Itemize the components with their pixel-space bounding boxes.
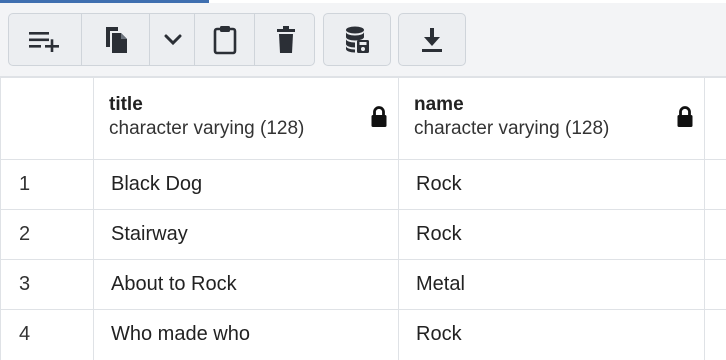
copy-options-dropdown[interactable]	[149, 14, 195, 65]
column-type: character varying (128)	[414, 117, 704, 141]
lock-icon	[676, 105, 694, 129]
column-header-name[interactable]: name character varying (128)	[399, 78, 705, 160]
empty-cell	[705, 260, 726, 310]
empty-cell	[705, 210, 726, 260]
header-row: title character varying (128) name chara…	[1, 78, 726, 160]
column-header-title[interactable]: title character varying (128)	[94, 78, 399, 160]
table-row: 2 Stairway Rock	[1, 210, 726, 260]
cell-name[interactable]: Rock	[399, 160, 705, 210]
add-row-button[interactable]	[9, 14, 81, 65]
trash-icon	[276, 26, 296, 54]
paste-button[interactable]	[194, 14, 255, 65]
empty-cell	[705, 310, 726, 360]
save-data-button[interactable]	[324, 14, 390, 65]
cell-name[interactable]: Rock	[399, 210, 705, 260]
row-number[interactable]: 2	[1, 210, 94, 260]
table-row: 1 Black Dog Rock	[1, 160, 726, 210]
column-name: name	[414, 93, 704, 117]
table-row: 4 Who made who Rock	[1, 310, 726, 360]
row-number[interactable]: 1	[1, 160, 94, 210]
cell-title[interactable]: Who made who	[94, 310, 399, 360]
copy-button[interactable]	[81, 14, 150, 65]
row-number-header	[1, 78, 94, 160]
cell-name[interactable]: Rock	[399, 310, 705, 360]
save-button-group	[323, 13, 391, 66]
empty-cell	[705, 160, 726, 210]
copy-icon	[103, 25, 129, 55]
cell-title[interactable]: Black Dog	[94, 160, 399, 210]
download-button-group	[398, 13, 466, 66]
clipboard-icon	[213, 25, 237, 55]
row-number[interactable]: 4	[1, 310, 94, 360]
cell-name[interactable]: Metal	[399, 260, 705, 310]
row-number[interactable]: 3	[1, 260, 94, 310]
query-results-grid: title character varying (128) name chara…	[0, 77, 726, 360]
download-icon	[421, 27, 443, 53]
cell-title[interactable]: About to Rock	[94, 260, 399, 310]
table-row: 3 About to Rock Metal	[1, 260, 726, 310]
chevron-down-icon	[164, 34, 182, 46]
empty-header-space	[705, 78, 726, 160]
edit-button-group	[8, 13, 315, 66]
column-name: title	[109, 93, 398, 117]
delete-button[interactable]	[254, 14, 315, 65]
cell-title[interactable]: Stairway	[94, 210, 399, 260]
lock-icon	[370, 105, 388, 129]
download-button[interactable]	[399, 14, 465, 65]
column-type: character varying (128)	[109, 117, 398, 141]
database-save-icon	[344, 25, 370, 55]
add-row-icon	[28, 28, 62, 52]
data-grid-toolbar	[0, 3, 726, 77]
